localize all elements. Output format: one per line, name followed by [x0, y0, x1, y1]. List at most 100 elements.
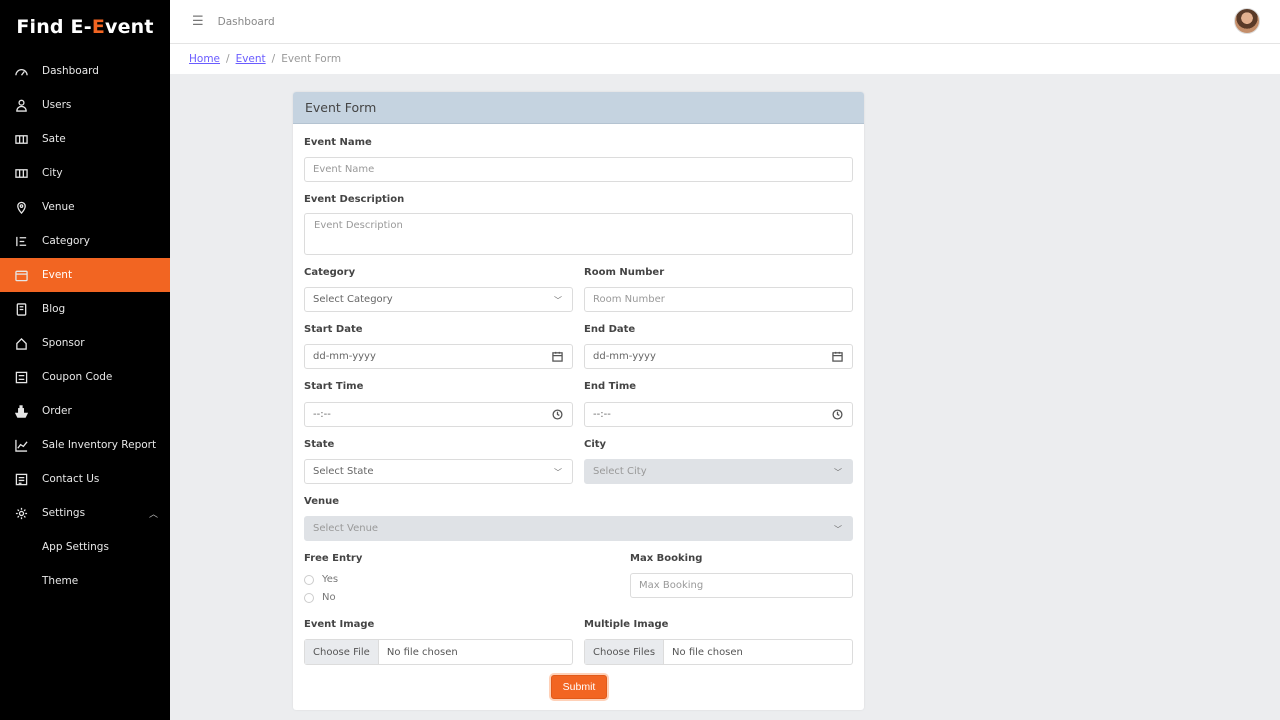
start-date-input[interactable]: dd-mm-yyyy [304, 344, 573, 369]
logo-text-1: Find E- [16, 16, 92, 38]
category-select[interactable]: Select Category ﹀ [304, 287, 573, 312]
sidebar-item-label: Blog [42, 303, 66, 315]
free-entry-no-option[interactable]: No [304, 592, 336, 603]
map-icon [13, 165, 29, 181]
sidebar-item-blog[interactable]: Blog [0, 292, 170, 326]
sidebar-subitem-theme[interactable]: Theme [0, 564, 170, 598]
start-time-input[interactable]: --:-- [304, 402, 573, 427]
avatar[interactable] [1234, 8, 1260, 34]
hamburger-menu-icon[interactable]: ☰ [192, 14, 204, 29]
sidebar-item-event[interactable]: Event [0, 258, 170, 292]
breadcrumb-event-link[interactable]: Event [236, 53, 266, 65]
sidebar-subitem-label: Theme [42, 575, 79, 587]
venue-label: Venue [304, 496, 339, 507]
ship-icon [13, 403, 29, 419]
start-date-value: dd-mm-yyyy [313, 351, 376, 362]
event-image-label: Event Image [304, 619, 375, 630]
room-number-label: Room Number [584, 267, 665, 278]
card-header: Event Form [293, 92, 864, 124]
event-description-textarea[interactable]: Event Description [304, 213, 853, 255]
start-time-value: --:-- [313, 409, 331, 420]
sidebar-item-label: Settings [42, 507, 86, 519]
sidebar: Find E- Event Dashboard Users Sate City V… [0, 0, 170, 720]
event-name-label: Event Name [304, 137, 372, 148]
multiple-image-label: Multiple Image [584, 619, 669, 630]
radio-button[interactable] [304, 592, 314, 603]
topbar-title: Dashboard [217, 15, 275, 28]
sidebar-item-label: Event [42, 269, 73, 281]
free-entry-yes-option[interactable]: Yes [304, 574, 338, 585]
sidebar-item-coupon-code[interactable]: Coupon Code [0, 360, 170, 394]
gear-icon [13, 505, 29, 521]
clock-icon[interactable] [832, 409, 843, 420]
sidebar-subitem-app-settings[interactable]: App Settings [0, 530, 170, 564]
max-booking-input[interactable]: Max Booking [630, 573, 853, 598]
sidebar-item-label: Venue [42, 201, 75, 213]
category-label: Category [304, 267, 356, 278]
card-title: Event Form [305, 100, 377, 115]
event-name-input[interactable]: Event Name [304, 157, 853, 182]
state-label: State [304, 439, 335, 450]
room-number-input[interactable]: Room Number [584, 287, 853, 312]
clock-icon[interactable] [552, 409, 563, 420]
coupon-icon [13, 369, 29, 385]
home-icon [13, 335, 29, 351]
breadcrumb-home-link[interactable]: Home [189, 53, 220, 65]
sidebar-item-category[interactable]: Category [0, 224, 170, 258]
event-image-file-input[interactable]: Choose File No file chosen [304, 639, 573, 665]
chevron-down-icon: ﹀ [834, 468, 842, 477]
sidebar-item-sale-inventory-report[interactable]: Sale Inventory Report [0, 428, 170, 462]
end-time-value: --:-- [593, 409, 611, 420]
event-name-placeholder: Event Name [313, 164, 375, 175]
app-logo[interactable]: Find E- Event [0, 0, 170, 54]
chart-icon [13, 437, 29, 453]
sidebar-item-city[interactable]: City [0, 156, 170, 190]
sidebar-item-venue[interactable]: Venue [0, 190, 170, 224]
sidebar-item-sate[interactable]: Sate [0, 122, 170, 156]
file-status: No file chosen [386, 646, 458, 658]
end-date-input[interactable]: dd-mm-yyyy [584, 344, 853, 369]
free-entry-label: Free Entry [304, 553, 363, 564]
submit-button[interactable]: Submit [551, 675, 607, 699]
event-description-label: Event Description [304, 194, 405, 205]
state-select[interactable]: Select State ﹀ [304, 459, 573, 484]
category-select-value: Select Category [313, 294, 393, 305]
location-pin-icon [13, 199, 29, 215]
radio-button[interactable] [304, 574, 314, 585]
venue-select-value: Select Venue [313, 523, 379, 534]
sidebar-item-settings[interactable]: Settings ︿ [0, 496, 170, 530]
dashboard-icon [13, 63, 29, 79]
chevron-up-icon: ︿ [148, 509, 158, 520]
city-select[interactable]: Select City ﹀ [584, 459, 853, 484]
choose-file-button[interactable]: Choose File [305, 640, 379, 664]
calendar-icon[interactable] [552, 351, 563, 362]
venue-select[interactable]: Select Venue ﹀ [304, 516, 853, 541]
max-booking-placeholder: Max Booking [639, 580, 704, 591]
sidebar-nav: Dashboard Users Sate City Venue Category… [0, 54, 170, 598]
logo-text-2: vent [105, 16, 154, 38]
sidebar-item-dashboard[interactable]: Dashboard [0, 54, 170, 88]
sidebar-item-label: Category [42, 235, 90, 247]
sidebar-item-order[interactable]: Order [0, 394, 170, 428]
breadcrumb-separator: / [271, 53, 276, 65]
logo-text-accent: E [91, 16, 105, 38]
sidebar-item-label: Contact Us [42, 473, 100, 485]
multiple-image-file-input[interactable]: Choose Files No file chosen [584, 639, 853, 665]
radio-label: No [322, 592, 336, 603]
calendar-icon[interactable] [832, 351, 843, 362]
breadcrumb-current: Event Form [281, 53, 342, 65]
user-icon [13, 97, 29, 113]
state-select-value: Select State [313, 466, 374, 477]
map-icon [13, 131, 29, 147]
end-time-input[interactable]: --:-- [584, 402, 853, 427]
chevron-down-icon: ﹀ [554, 296, 562, 305]
city-label: City [584, 439, 607, 450]
sidebar-item-contact-us[interactable]: Contact Us [0, 462, 170, 496]
choose-files-button[interactable]: Choose Files [585, 640, 665, 664]
contact-icon [13, 471, 29, 487]
file-status: No file chosen [672, 646, 743, 658]
sidebar-item-users[interactable]: Users [0, 88, 170, 122]
sidebar-subitem-label: App Settings [42, 541, 109, 553]
breadcrumb: Home / Event / Event Form [170, 44, 1280, 74]
sidebar-item-sponsor[interactable]: Sponsor [0, 326, 170, 360]
